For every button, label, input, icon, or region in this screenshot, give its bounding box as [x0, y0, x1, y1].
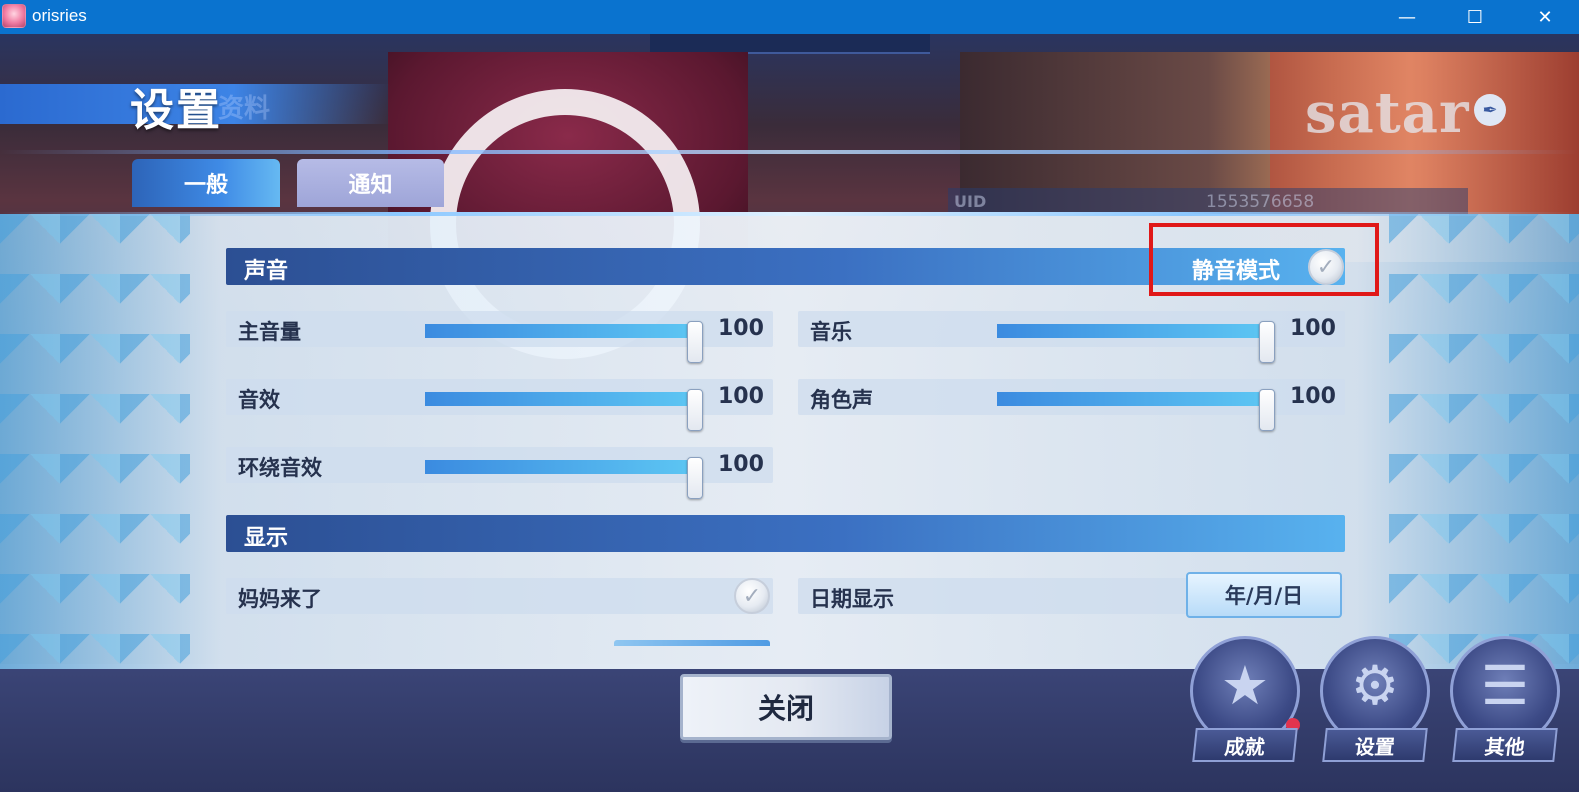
tab-general[interactable]: 一般 [132, 159, 280, 207]
surround-sound-handle[interactable] [687, 457, 703, 499]
slider-row-master-volume: 主音量 100 [226, 311, 773, 363]
slider-label: 主音量 [238, 320, 301, 344]
slider-label: 环绕音效 [238, 456, 322, 480]
settings-menu-button[interactable]: ⚙ 设置 [1320, 636, 1432, 762]
music-handle[interactable] [1259, 321, 1275, 363]
page-title: 设置 [130, 85, 222, 136]
header-ghost-text: 资料 [218, 94, 271, 124]
master-volume-track[interactable] [425, 321, 703, 363]
menu-label: 成就 [1192, 728, 1298, 762]
display-section-header: 显示 [226, 515, 1345, 552]
maximize-button[interactable]: ☐ [1441, 0, 1509, 34]
slider-value: 100 [718, 384, 764, 409]
surround-sound-track[interactable] [425, 457, 703, 499]
list-icon: ☰ [1480, 654, 1530, 717]
date-format-button[interactable]: 年/月/日 [1186, 572, 1342, 618]
header-glow-stripe [0, 150, 1579, 154]
panel-pattern-left [0, 214, 190, 669]
background-banner [650, 34, 930, 54]
window-titlebar: orisries — ☐ ✕ [0, 0, 1579, 34]
tab-notifications[interactable]: 通知 [297, 159, 444, 207]
uid-value: 1553576658 [1206, 192, 1315, 212]
star-icon: ★ [1220, 654, 1270, 717]
date-display-label: 日期显示 [810, 587, 894, 611]
character-voice-handle[interactable] [1259, 389, 1275, 431]
minimize-button[interactable]: — [1373, 0, 1441, 34]
uid-label: UID [954, 192, 987, 211]
slider-label: 音乐 [810, 320, 852, 344]
slider-row-surround-sound: 环绕音效 100 [226, 447, 773, 499]
satar-logo: satar [1305, 80, 1470, 146]
slider-value: 100 [718, 452, 764, 477]
slider-label: 角色声 [810, 388, 873, 412]
sound-section-label: 声音 [244, 259, 289, 284]
boss-key-label: 妈妈来了 [238, 587, 322, 611]
sound-effects-track[interactable] [425, 389, 703, 431]
window-title: orisries [32, 6, 87, 25]
slider-row-sound-effects: 音效 100 [226, 379, 773, 431]
slider-row-music: 音乐 100 [798, 311, 1345, 363]
master-volume-handle[interactable] [687, 321, 703, 363]
app-icon [2, 4, 26, 28]
slider-value: 100 [718, 316, 764, 341]
panel-glow [0, 212, 1579, 216]
quill-icon: ✒ [1474, 94, 1506, 126]
slider-label: 音效 [238, 388, 280, 412]
check-icon: ✓ [742, 583, 762, 609]
character-voice-track[interactable] [997, 389, 1275, 431]
slider-value: 100 [1290, 316, 1336, 341]
music-track[interactable] [997, 321, 1275, 363]
menu-label: 设置 [1322, 728, 1428, 762]
display-section-label: 显示 [244, 526, 289, 551]
scroll-hint-tab [614, 640, 770, 646]
menu-label: 其他 [1452, 728, 1558, 762]
slider-value: 100 [1290, 384, 1336, 409]
close-window-button[interactable]: ✕ [1511, 0, 1579, 34]
other-menu-button[interactable]: ☰ 其他 [1450, 636, 1562, 762]
sound-effects-handle[interactable] [687, 389, 703, 431]
gear-icon: ⚙ [1350, 654, 1400, 717]
panel-pattern-right [1389, 214, 1579, 669]
boss-key-checkbox[interactable]: ✓ [734, 578, 770, 614]
close-settings-button[interactable]: 关闭 [680, 674, 892, 740]
mute-mode-highlight [1149, 223, 1379, 296]
boss-key-row: 妈妈来了 ✓ [226, 578, 773, 614]
achievements-menu-button[interactable]: ★ 成就 [1190, 636, 1302, 762]
slider-row-character-voice: 角色声 100 [798, 379, 1345, 431]
